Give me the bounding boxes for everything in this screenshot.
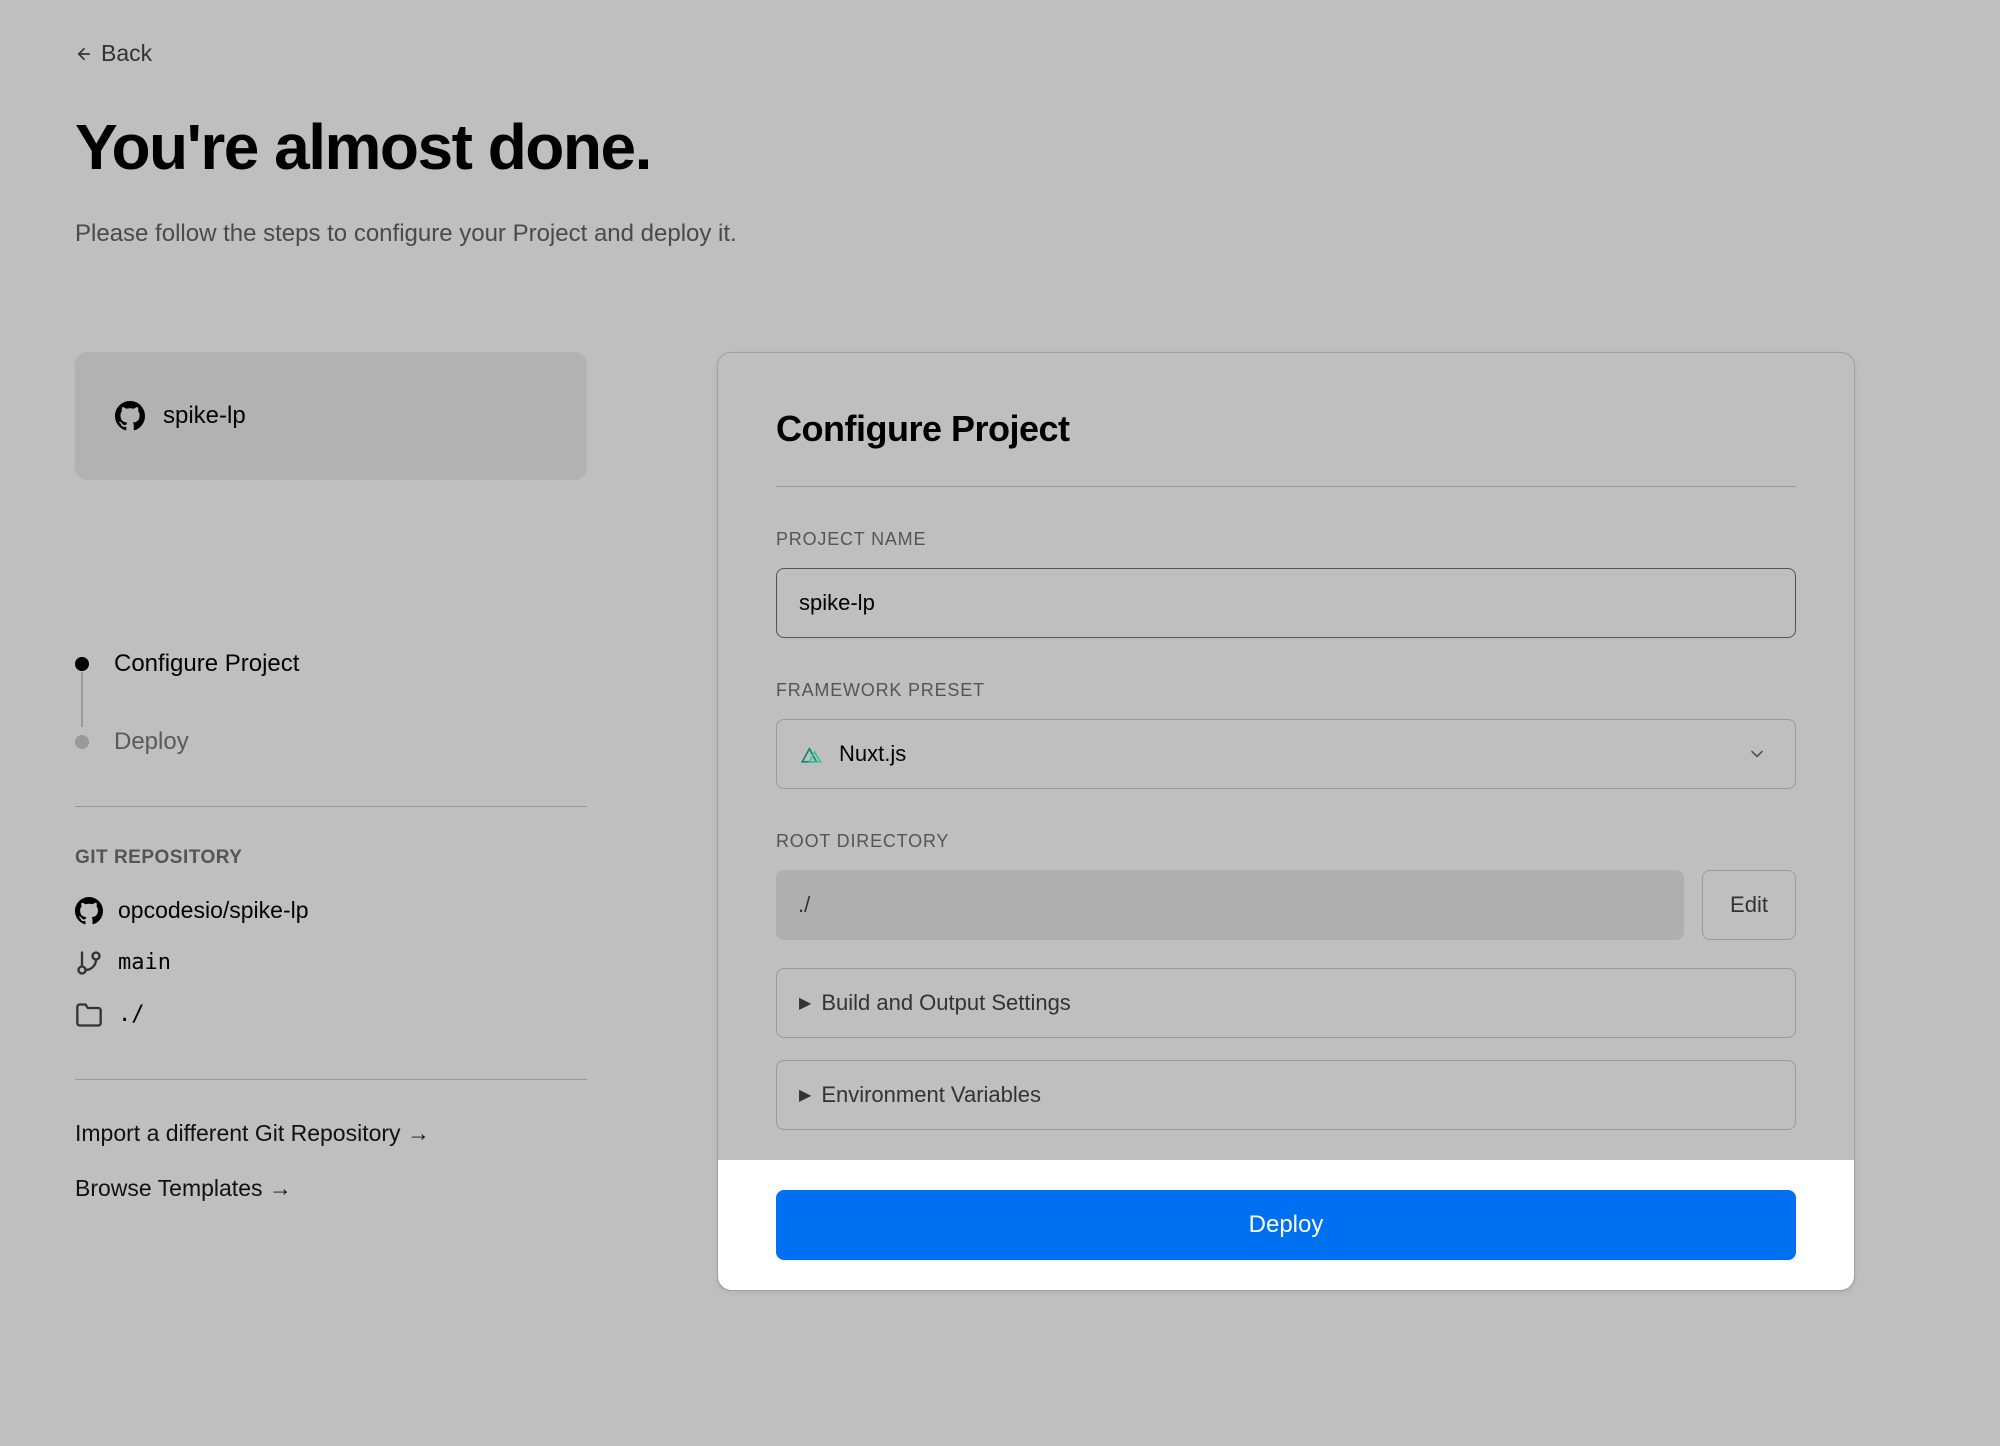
git-branch-icon — [75, 949, 103, 977]
back-link[interactable]: Back — [75, 40, 152, 67]
framework-preset-select[interactable]: Nuxt.js — [776, 719, 1796, 789]
github-icon — [75, 897, 103, 925]
env-vars-accordion[interactable]: ▶ Environment Variables — [776, 1060, 1796, 1130]
deploy-section: Deploy — [718, 1160, 1854, 1290]
step-label: Configure Project — [114, 650, 299, 678]
github-icon — [115, 401, 145, 431]
build-settings-accordion[interactable]: ▶ Build and Output Settings — [776, 968, 1796, 1038]
root-directory-label: ROOT DIRECTORY — [776, 831, 1796, 852]
configure-title: Configure Project — [776, 408, 1796, 450]
git-section-label: GIT REPOSITORY — [75, 847, 587, 869]
edit-root-button[interactable]: Edit — [1702, 870, 1796, 940]
divider — [75, 806, 587, 807]
repo-name: spike-lp — [163, 402, 246, 430]
browse-templates-link[interactable]: Browse Templates → — [75, 1175, 587, 1202]
back-label: Back — [101, 40, 152, 67]
folder-icon — [75, 1001, 103, 1029]
step-configure[interactable]: Configure Project — [75, 650, 587, 678]
step-connector — [81, 672, 83, 727]
git-repo-row: opcodesio/spike-lp — [75, 897, 587, 925]
sidebar: spike-lp Configure Project Deploy GIT RE… — [75, 352, 587, 1291]
steps-list: Configure Project Deploy — [75, 650, 587, 756]
configure-card: Configure Project PROJECT NAME FRAMEWORK… — [717, 352, 1855, 1291]
step-bullet-inactive — [75, 735, 89, 749]
step-deploy[interactable]: Deploy — [75, 728, 587, 756]
git-branch-row: main — [75, 949, 587, 977]
arrow-left-icon — [75, 45, 93, 63]
step-label: Deploy — [114, 728, 189, 756]
nuxt-icon — [799, 744, 825, 764]
accordion-label: Environment Variables — [821, 1082, 1041, 1108]
deploy-button[interactable]: Deploy — [776, 1190, 1796, 1260]
project-name-label: PROJECT NAME — [776, 529, 1796, 550]
git-path-text: ./ — [118, 1002, 145, 1027]
page-subtitle: Please follow the steps to configure you… — [75, 220, 1925, 248]
git-path-row: ./ — [75, 1001, 587, 1029]
framework-preset-label: FRAMEWORK PRESET — [776, 680, 1796, 701]
accordion-label: Build and Output Settings — [821, 990, 1071, 1016]
git-repo-text: opcodesio/spike-lp — [118, 897, 309, 924]
chevron-down-icon — [1747, 744, 1767, 764]
root-directory-input — [776, 870, 1684, 940]
git-branch-text: main — [118, 950, 171, 975]
framework-preset-value: Nuxt.js — [839, 741, 906, 767]
triangle-right-icon: ▶ — [799, 993, 811, 1013]
step-bullet-active — [75, 657, 89, 671]
project-name-input[interactable] — [776, 568, 1796, 638]
repo-card[interactable]: spike-lp — [75, 352, 587, 480]
triangle-right-icon: ▶ — [799, 1085, 811, 1105]
page-title: You're almost done. — [75, 110, 1925, 184]
divider — [776, 486, 1796, 487]
divider — [75, 1079, 587, 1080]
import-repo-link[interactable]: Import a different Git Repository → — [75, 1120, 587, 1147]
